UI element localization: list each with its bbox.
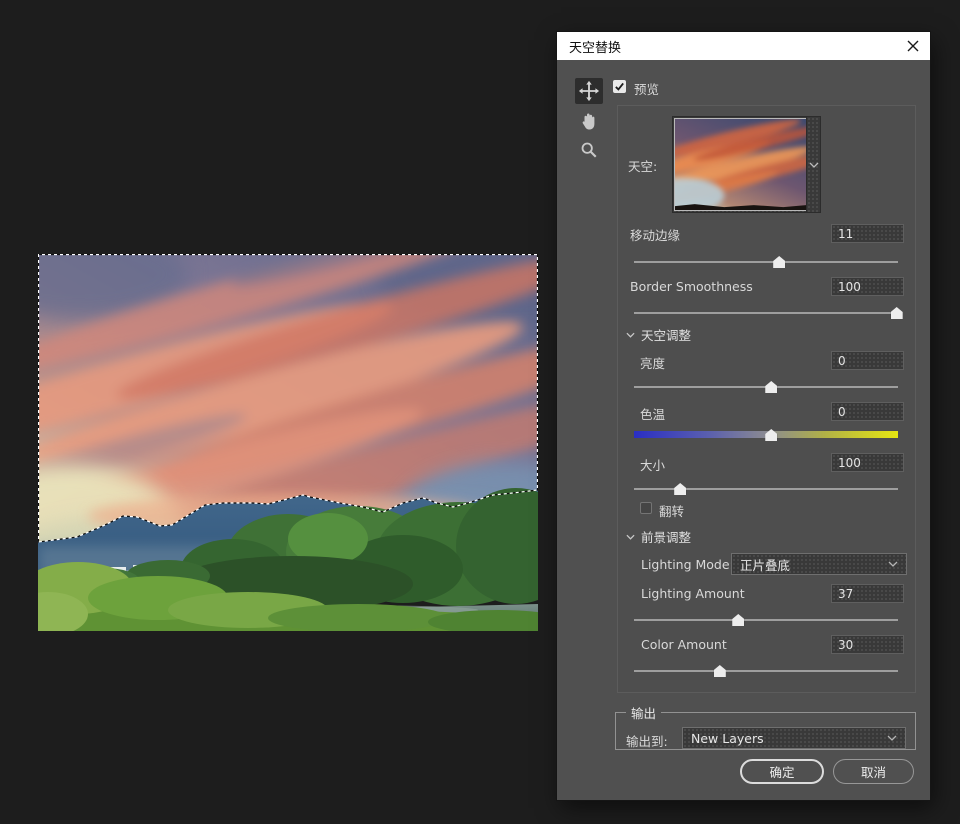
border-smoothness-slider[interactable] [634,306,898,320]
lighting-amount-input[interactable] [831,584,904,603]
sky-adjustments-title: 天空调整 [641,325,691,344]
scale-slider[interactable] [634,482,898,496]
output-to-label: 输出到: [626,731,668,750]
chevron-down-icon [888,561,898,567]
shift-edge-label: 移动边缘 [630,225,680,244]
shift-edge-slider[interactable] [634,255,898,269]
chevron-down-icon [887,735,897,741]
slider-track[interactable] [634,261,898,263]
ok-button[interactable]: 确定 [740,759,824,784]
chevron-down-icon [626,332,635,338]
dialog-title: 天空替换 [569,37,621,56]
preview-label: 预览 [634,79,659,98]
border-smoothness-input[interactable] [831,277,904,296]
lighting-amount-label: Lighting Amount [641,586,745,601]
color-amount-label: Color Amount [641,637,727,652]
brightness-slider[interactable] [634,380,898,394]
lighting-mode-label: Lighting Mode: [641,557,734,572]
dialog-titlebar[interactable]: 天空替换 [557,32,930,60]
chevron-down-icon [626,534,635,540]
color-amount-input[interactable] [831,635,904,654]
hand-tool-button[interactable] [575,108,603,134]
shift-edge-input[interactable] [831,224,904,243]
lighting-amount-slider[interactable] [634,613,898,627]
zoom-icon [580,141,598,159]
output-to-value: New Layers [691,731,887,746]
slider-thumb[interactable] [773,256,785,268]
landscape-photo [38,254,538,631]
sky-thumbnail-image [675,119,806,210]
brightness-input[interactable] [831,351,904,370]
foreground-adjustments-section-header[interactable]: 前景调整 [626,527,691,546]
flip-label: 翻转 [659,501,684,520]
move-icon [578,80,600,102]
slider-track[interactable] [634,488,898,490]
chevron-down-icon [809,162,819,168]
brightness-label: 亮度 [640,353,665,372]
sky-label: 天空: [628,156,657,175]
output-legend: 输出 [626,703,661,722]
slider-track[interactable] [634,670,898,672]
document-canvas[interactable] [38,254,538,631]
output-group: 输出 输出到: New Layers [615,703,916,750]
sky-adjustments-section-header[interactable]: 天空调整 [626,325,691,344]
scale-input[interactable] [831,453,904,472]
lighting-mode-value: 正片叠底 [740,555,888,574]
zoom-tool-button[interactable] [575,137,603,163]
hand-icon [580,111,598,131]
temperature-slider[interactable] [634,428,898,442]
check-icon [614,81,625,92]
slider-thumb[interactable] [732,614,744,626]
settings-panel: 天空: [617,105,916,693]
preview-checkbox[interactable] [613,80,626,93]
slider-thumb[interactable] [891,307,903,319]
slider-thumb[interactable] [714,665,726,677]
color-amount-slider[interactable] [634,664,898,678]
lighting-mode-dropdown[interactable]: 正片叠底 [731,553,907,575]
slider-track[interactable] [634,312,898,314]
output-to-dropdown[interactable]: New Layers [682,727,906,749]
slider-track[interactable] [634,619,898,621]
temperature-input[interactable] [831,402,904,421]
slider-thumb[interactable] [674,483,686,495]
slider-thumb[interactable] [765,381,777,393]
flip-checkbox[interactable] [640,502,652,514]
sky-replacement-dialog: 天空替换 预览 天空: [557,32,930,800]
foreground-adjustments-title: 前景调整 [641,527,691,546]
border-smoothness-label: Border Smoothness [630,279,753,294]
sky-preset-dropdown-button[interactable] [806,117,820,212]
cancel-button[interactable]: 取消 [833,759,914,784]
close-icon[interactable] [904,37,922,55]
temperature-label: 色温 [640,404,665,423]
sky-preset-thumbnail[interactable] [674,118,807,211]
scale-label: 大小 [640,455,665,474]
sky-preset-combo[interactable] [672,116,821,213]
move-tool-button[interactable] [575,78,603,104]
